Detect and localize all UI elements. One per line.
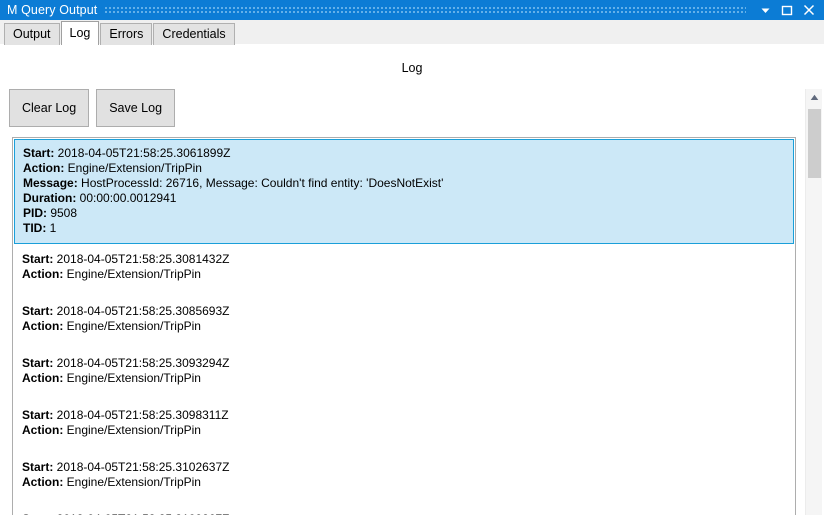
log-field-message: Message: HostProcessId: 26716, Message: … <box>23 176 785 191</box>
log-field-label: Start: <box>22 356 54 370</box>
log-field-start: Start: 2018-04-05T21:58:25.3081432Z <box>22 252 786 267</box>
log-entry[interactable]: Start: 2018-04-05T21:58:25.3061899Z Actio… <box>14 139 794 244</box>
log-field-value: HostProcessId: 26716, Message: Couldn't … <box>77 176 444 190</box>
log-field-label: Start: <box>22 408 54 422</box>
tab-credentials[interactable]: Credentials <box>153 23 235 45</box>
log-field-label: PID: <box>23 206 47 220</box>
log-field-value: 2018-04-05T21:58:25.3093294Z <box>53 356 230 370</box>
log-entry-list[interactable]: Start: 2018-04-05T21:58:25.3061899Z Actio… <box>12 137 796 515</box>
log-entry[interactable]: Start: 2018-04-05T21:58:25.3093294Z Actio… <box>13 342 795 394</box>
log-field-value: 1 <box>46 221 57 235</box>
log-entry[interactable]: Start: 2018-04-05T21:58:25.3081432Z Actio… <box>13 244 795 290</box>
log-field-action: Action: Engine/Extension/TripPin <box>22 267 786 282</box>
log-field-value: 2018-04-05T21:58:25.3098311Z <box>53 408 229 422</box>
tab-strip: Output Log Errors Credentials <box>0 20 824 45</box>
log-field-value: 2018-04-05T21:58:25.3085693Z <box>53 304 230 318</box>
log-field-value: Engine/Extension/TripPin <box>64 161 202 175</box>
dropdown-caret-icon[interactable] <box>754 0 776 20</box>
window-controls <box>754 0 824 20</box>
tab-log[interactable]: Log <box>60 21 100 45</box>
log-field-action: Action: Engine/Extension/TripPin <box>22 475 786 490</box>
log-field-start: Start: 2018-04-05T21:58:25.3102637Z <box>22 460 786 475</box>
log-field-action: Action: Engine/Extension/TripPin <box>22 319 786 334</box>
log-field-value: Engine/Extension/TripPin <box>63 319 201 333</box>
log-field-label: Start: <box>22 304 54 318</box>
log-field-label: Action: <box>22 267 64 281</box>
log-field-value: 2018-04-05T21:58:25.3081432Z <box>53 252 230 266</box>
log-field-label: Action: <box>22 319 64 333</box>
log-field-action: Action: Engine/Extension/TripPin <box>22 371 786 386</box>
log-entry[interactable]: Start: 2018-04-05T21:58:25.3109267Z <box>13 498 795 515</box>
window-title-bar: M Query Output <box>0 0 824 20</box>
log-field-value: Engine/Extension/TripPin <box>63 371 201 385</box>
log-field-value: 2018-04-05T21:58:25.3061899Z <box>54 146 231 160</box>
log-field-duration: Duration: 00:00:00.0012941 <box>23 191 785 206</box>
log-scrollbar[interactable] <box>805 89 822 515</box>
log-entry[interactable]: Start: 2018-04-05T21:58:25.3085693Z Actio… <box>13 290 795 342</box>
m-query-output-window: M Query Output Output Log Errors Credent… <box>0 0 824 515</box>
log-field-value: 2018-04-05T21:58:25.3102637Z <box>53 460 230 474</box>
log-field-label: Action: <box>22 423 64 437</box>
page-title: Log <box>401 61 423 75</box>
scrollbar-track[interactable] <box>806 106 823 515</box>
window-drag-grip[interactable] <box>105 6 746 14</box>
log-field-start: Start: 2018-04-05T21:58:25.3085693Z <box>22 304 786 319</box>
log-field-pid: PID: 9508 <box>23 206 785 221</box>
log-field-label: Message: <box>23 176 78 190</box>
log-field-value: Engine/Extension/TripPin <box>63 267 201 281</box>
save-log-button[interactable]: Save Log <box>96 89 176 127</box>
log-field-label: Duration: <box>23 191 77 205</box>
log-field-label: Start: <box>22 252 54 266</box>
log-entry[interactable]: Start: 2018-04-05T21:58:25.3098311Z Actio… <box>13 394 795 446</box>
log-panel: Log Clear Log Save Log Start: 2018-04-05… <box>0 45 824 515</box>
log-field-label: Action: <box>23 161 65 175</box>
tab-errors[interactable]: Errors <box>100 23 153 45</box>
close-icon[interactable] <box>798 0 820 20</box>
log-field-label: Action: <box>22 371 64 385</box>
log-field-value: Engine/Extension/TripPin <box>63 475 201 489</box>
log-field-action: Action: Engine/Extension/TripPin <box>23 161 785 176</box>
log-field-value: 9508 <box>47 206 78 220</box>
clear-log-button[interactable]: Clear Log <box>9 89 90 127</box>
log-field-value: 00:00:00.0012941 <box>76 191 177 205</box>
log-field-start: Start: 2018-04-05T21:58:25.3093294Z <box>22 356 786 371</box>
log-field-label: Start: <box>23 146 55 160</box>
log-field-label: TID: <box>23 221 47 235</box>
log-field-value: Engine/Extension/TripPin <box>63 423 201 437</box>
log-entry[interactable]: Start: 2018-04-05T21:58:25.3102637Z Actio… <box>13 446 795 498</box>
scroll-up-arrow-icon[interactable] <box>806 89 823 106</box>
log-field-label: Action: <box>22 475 64 489</box>
log-field-action: Action: Engine/Extension/TripPin <box>22 423 786 438</box>
maximize-icon[interactable] <box>776 0 798 20</box>
log-field-tid: TID: 1 <box>23 221 785 236</box>
tab-output[interactable]: Output <box>4 23 60 45</box>
log-toolbar: Clear Log Save Log <box>9 89 176 127</box>
log-field-start: Start: 2018-04-05T21:58:25.3098311Z <box>22 408 786 423</box>
window-title: M Query Output <box>7 3 98 17</box>
log-field-label: Start: <box>22 460 54 474</box>
log-field-start: Start: 2018-04-05T21:58:25.3061899Z <box>23 146 785 161</box>
scrollbar-thumb[interactable] <box>807 109 821 178</box>
